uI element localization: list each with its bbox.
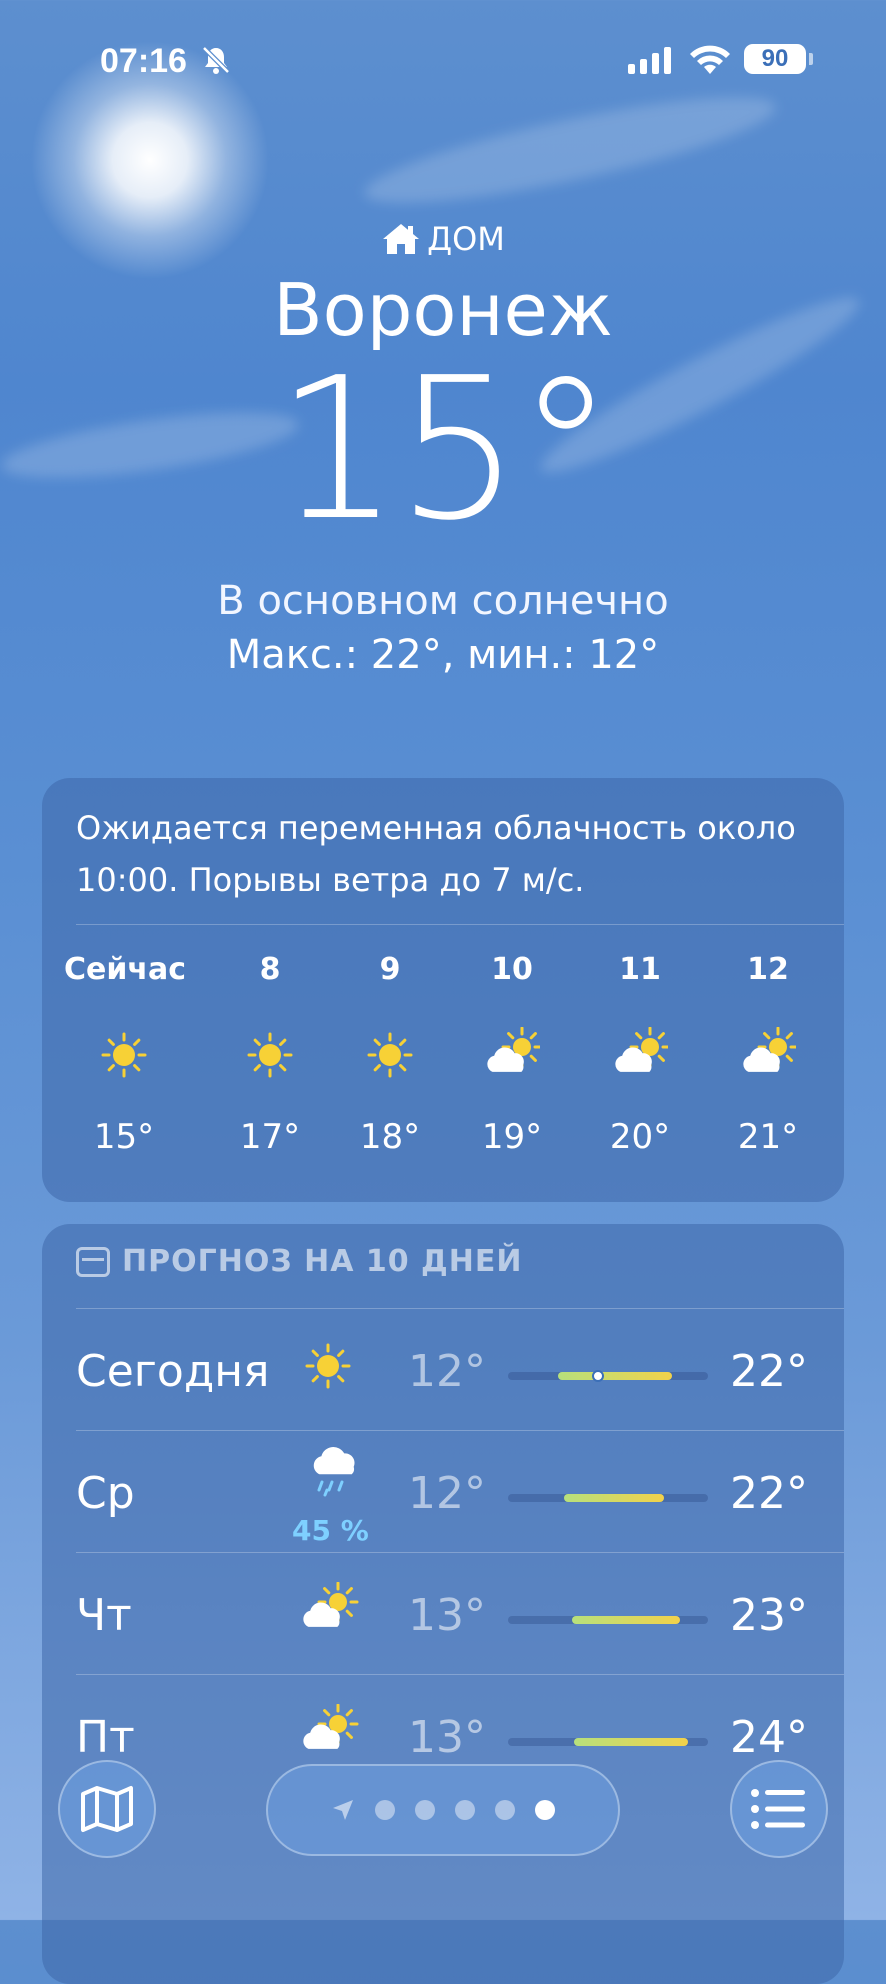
hour-temperature: 18°	[359, 1117, 421, 1157]
hour-label: 8	[259, 952, 281, 987]
partly-cloudy-icon	[740, 1026, 799, 1083]
current-temperature: 15°	[275, 336, 614, 564]
day-min-temp: 12°	[408, 1346, 486, 1397]
cellular-signal-icon	[628, 46, 671, 74]
page-dot[interactable]	[415, 1800, 435, 1820]
daily-row[interactable]: Сегодня 12° 22°	[42, 1310, 844, 1430]
home-label-row: ДОМ	[0, 220, 886, 258]
page-dot[interactable]	[455, 1800, 475, 1820]
hourly-summary: Ожидается переменная облачность около 10…	[76, 809, 796, 899]
location-arrow-icon	[333, 1800, 353, 1820]
hour-label: Сейчас	[64, 952, 187, 987]
map-icon	[81, 1786, 133, 1832]
hourly-forecast-card[interactable]: Ожидается переменная облачность около 10…	[42, 778, 844, 1202]
day-max-temp: 22°	[730, 1346, 808, 1397]
temp-range-fill	[574, 1738, 688, 1746]
page-dot[interactable]	[375, 1800, 395, 1820]
hour-temperature: 21°	[737, 1117, 799, 1157]
day-max-temp: 23°	[730, 1590, 808, 1641]
temp-range-bar	[508, 1370, 708, 1382]
divider	[76, 924, 844, 925]
temp-range-fill	[572, 1616, 680, 1624]
status-bar: 07:16 90	[0, 0, 886, 110]
hour-temperature: 17°	[239, 1117, 301, 1157]
day-min-temp: 13°	[408, 1712, 486, 1763]
hourly-item: 9 18°	[330, 952, 450, 1157]
home-icon	[383, 224, 420, 254]
day-min-temp: 12°	[408, 1468, 486, 1519]
condition-text: В основном солнечно	[217, 578, 669, 624]
precipitation-chance: 45 %	[292, 1514, 369, 1547]
temp-range-fill	[558, 1372, 672, 1380]
temp-range-fill	[564, 1494, 664, 1502]
hour-label: 11	[619, 952, 661, 987]
partly-cloudy-icon	[484, 1026, 543, 1083]
hourly-item: 11 20°	[580, 952, 700, 1157]
hourly-item: 12 21°	[708, 952, 828, 1157]
daily-forecast-title: ПРОГНОЗ НА 10 ДНЕЙ	[122, 1244, 523, 1279]
home-label: ДОМ	[427, 220, 505, 258]
map-button[interactable]	[58, 1760, 156, 1858]
daily-forecast-header: ПРОГНОЗ НА 10 ДНЕЙ	[76, 1244, 522, 1279]
temp-range-bar	[508, 1616, 708, 1624]
page-dot[interactable]	[535, 1800, 555, 1820]
divider	[76, 1430, 844, 1431]
list-icon	[751, 1789, 805, 1829]
high-low-text: Макс.: 22°, мин.: 12°	[226, 632, 660, 678]
day-name: Чт	[76, 1590, 132, 1641]
partly-cloudy-icon	[300, 1703, 370, 1764]
page-indicator[interactable]	[266, 1764, 620, 1856]
daily-row[interactable]: Чт 13° 23°	[42, 1554, 844, 1674]
city-list-button[interactable]	[730, 1760, 828, 1858]
battery-cap	[809, 53, 813, 65]
page-dot[interactable]	[495, 1800, 515, 1820]
day-name: Сегодня	[76, 1346, 270, 1397]
temp-range-bar	[508, 1738, 708, 1746]
hour-temperature: 19°	[481, 1117, 543, 1157]
battery-indicator: 90	[744, 44, 806, 74]
hourly-item: 10 19°	[452, 952, 572, 1157]
day-name: Пт	[76, 1712, 135, 1763]
daily-row[interactable]: Ср 45 % 12° 22°	[42, 1432, 844, 1552]
bell-muted-icon	[202, 46, 230, 74]
partly-cloudy-icon	[300, 1581, 370, 1642]
hour-temperature: 20°	[609, 1117, 671, 1157]
day-max-temp: 24°	[730, 1712, 808, 1763]
current-temp-dot	[592, 1370, 604, 1382]
hourly-item: 8 17°	[210, 952, 330, 1157]
hour-temperature: 15°	[93, 1117, 155, 1157]
partly-cloudy-icon	[612, 1026, 671, 1083]
sun-icon	[242, 1027, 298, 1083]
calendar-icon	[76, 1246, 110, 1277]
bottom-toolbar	[0, 1760, 886, 1860]
divider	[76, 1674, 844, 1675]
wifi-icon	[690, 45, 730, 74]
day-min-temp: 13°	[408, 1590, 486, 1641]
daily-forecast-card[interactable]: ПРОГНОЗ НА 10 ДНЕЙ Сегодня 12° 22° Ср 45…	[42, 1224, 844, 1984]
rain-cloud-icon	[300, 1442, 370, 1502]
day-max-temp: 22°	[730, 1468, 808, 1519]
sun-icon	[300, 1338, 370, 1398]
sun-icon	[96, 1027, 152, 1083]
temp-range-bar	[508, 1494, 708, 1502]
divider	[76, 1552, 844, 1553]
divider	[76, 1308, 844, 1309]
hour-label: 9	[379, 952, 401, 987]
current-weather-header: ДОМ Воронеж 15° В основном солнечно Макс…	[0, 220, 886, 678]
day-name: Ср	[76, 1468, 135, 1519]
status-time: 07:16	[100, 42, 187, 80]
sun-icon	[362, 1027, 418, 1083]
hour-label: 10	[491, 952, 533, 987]
hourly-item: Сейчас 15°	[64, 952, 187, 1157]
hour-label: 12	[747, 952, 789, 987]
